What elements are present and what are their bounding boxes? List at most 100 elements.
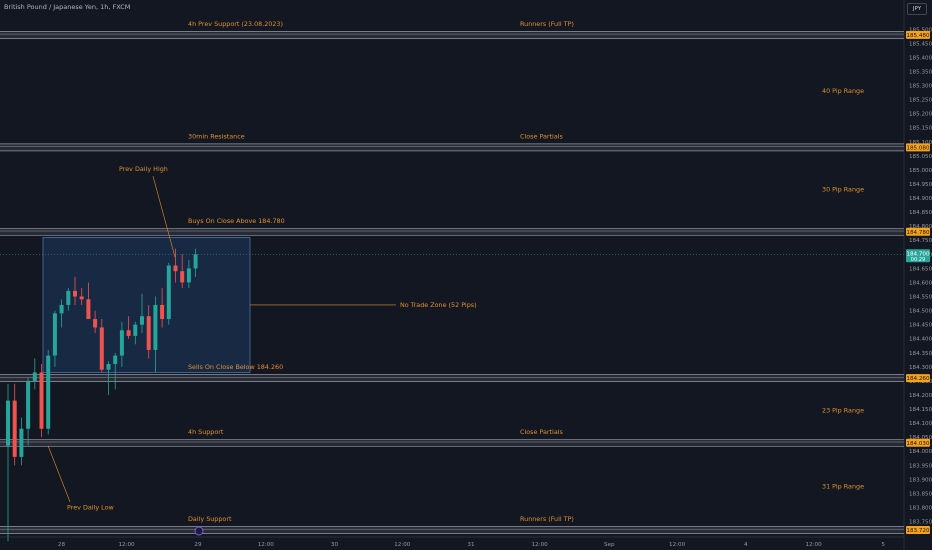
candle-body xyxy=(73,290,77,297)
candle-body xyxy=(160,304,165,320)
time-axis[interactable]: 28 12:00 29 12:00 30 12:00 31 12:00 Sep 12:00 4 12:… xyxy=(58,542,886,548)
y-tick-label: 184.750 xyxy=(909,238,932,244)
level-label-left: Buys On Close Above 184.780 xyxy=(188,217,285,225)
y-tick-label: 184.550 xyxy=(909,295,932,301)
y-tick-label: 185.400 xyxy=(909,55,932,61)
x-tick-label: 12:00 xyxy=(669,542,686,548)
price-tag-label: 184.260 xyxy=(906,376,930,382)
candle-body xyxy=(166,265,171,320)
candle-body xyxy=(6,400,10,446)
level-label-right: Runners (Full TP) xyxy=(520,515,574,523)
candle-body xyxy=(153,304,158,350)
y-tick-label: 185.050 xyxy=(909,154,932,160)
no-trade-zone-label: No Trade Zone (52 Pips) xyxy=(400,301,477,309)
y-tick-label: 184.000 xyxy=(909,449,932,455)
level-band xyxy=(0,374,904,382)
range-label: 23 Pip Range xyxy=(822,406,864,414)
y-tick-label: 185.000 xyxy=(909,168,932,174)
y-tick-label: 184.100 xyxy=(909,421,932,427)
y-tick-label: 184.150 xyxy=(909,407,932,413)
candle-body xyxy=(193,254,198,269)
x-tick-label: 29 xyxy=(194,542,202,548)
y-tick-label: 185.150 xyxy=(909,126,932,132)
y-tick-label: 184.500 xyxy=(909,309,932,315)
level-label-right: Close Partials xyxy=(520,428,564,436)
x-tick-label: 12:00 xyxy=(118,542,135,548)
level-band xyxy=(0,31,904,39)
x-tick-label: 12:00 xyxy=(806,542,823,548)
price-tag-label: 184.030 xyxy=(906,441,930,447)
candle-body xyxy=(106,364,111,370)
price-axis[interactable]: 185.500185.450185.400185.350185.300185.2… xyxy=(909,27,932,525)
candle-body xyxy=(32,372,37,381)
no-trade-zone-box xyxy=(42,237,251,373)
price-tag-label: 185.480 xyxy=(906,33,930,39)
candle-body xyxy=(52,313,57,356)
prev-daily-low-label: Prev Daily Low xyxy=(67,503,114,511)
level-label-left: Sells On Close Below 184.260 xyxy=(188,363,283,371)
candle-body xyxy=(93,319,98,328)
candle-body xyxy=(126,330,131,336)
range-label: 31 Pip Range xyxy=(822,482,864,490)
y-tick-label: 185.350 xyxy=(909,69,932,75)
level-band xyxy=(0,439,904,447)
x-tick-label: 12:00 xyxy=(532,542,549,548)
y-tick-label: 185.300 xyxy=(909,84,932,90)
candle-body xyxy=(180,271,185,283)
countdown-label: 00:29 xyxy=(911,257,925,263)
y-tick-label: 183.900 xyxy=(909,477,932,483)
candle-body xyxy=(46,355,51,429)
y-tick-label: 183.850 xyxy=(909,491,932,497)
candle-body xyxy=(79,296,84,300)
x-tick-label: Sep xyxy=(604,542,615,548)
candle-body xyxy=(86,299,91,320)
y-tick-label: 184.600 xyxy=(909,280,932,286)
level-label-left: Daily Support xyxy=(188,515,232,523)
y-tick-label: 184.300 xyxy=(909,365,932,371)
x-tick-label: 28 xyxy=(58,542,66,548)
level-label-left: 4h Support xyxy=(188,428,224,436)
y-tick-label: 184.900 xyxy=(909,196,932,202)
y-tick-label: 185.200 xyxy=(909,112,932,118)
y-tick-label: 184.400 xyxy=(909,337,932,343)
candle-body xyxy=(12,400,17,457)
x-tick-label: 12:00 xyxy=(394,542,411,548)
prev-daily-high-label: Prev Daily High xyxy=(119,165,168,173)
prev-daily-low-pointer xyxy=(47,445,71,502)
price-tag-label: 183.720 xyxy=(906,528,930,534)
y-tick-label: 185.250 xyxy=(909,98,932,104)
candle-body xyxy=(59,304,64,314)
level-band xyxy=(0,526,904,534)
no-trade-zone: No Trade Zone (52 Pips) xyxy=(42,237,477,373)
price-tag-label: 185.080 xyxy=(906,145,930,151)
candle-body xyxy=(39,372,44,429)
y-tick-label: 184.200 xyxy=(909,393,932,399)
x-tick-label: 12:00 xyxy=(258,542,275,548)
range-label: 30 Pip Range xyxy=(822,186,864,194)
y-tick-label: 183.800 xyxy=(909,505,932,511)
candle-body xyxy=(146,316,151,350)
candle-body xyxy=(19,428,24,457)
y-tick-label: 185.450 xyxy=(909,41,932,47)
x-tick-label: 4 xyxy=(744,542,748,548)
price-tag-label: 184.780 xyxy=(906,230,930,236)
y-tick-label: 184.650 xyxy=(909,266,932,272)
y-tick-label: 184.850 xyxy=(909,210,932,216)
x-tick-label: 31 xyxy=(467,542,475,548)
candle-body xyxy=(113,355,118,365)
candle-body xyxy=(133,324,138,336)
y-tick-label: 184.350 xyxy=(909,351,932,357)
candle-body xyxy=(99,327,104,370)
y-tick-label: 184.450 xyxy=(909,323,932,329)
candle-body xyxy=(173,265,178,272)
range-label: 40 Pip Range xyxy=(822,87,864,95)
candle-body xyxy=(119,330,124,356)
y-tick-label: 184.950 xyxy=(909,182,932,188)
candle-body xyxy=(26,380,31,429)
candle-body xyxy=(66,290,71,305)
level-band xyxy=(0,228,904,236)
level-band xyxy=(0,143,904,151)
x-tick-label: 5 xyxy=(881,542,885,548)
chart-canvas[interactable]: No Trade Zone (52 Pips) 4h Prev Support … xyxy=(0,0,932,550)
y-tick-label: 183.950 xyxy=(909,463,932,469)
